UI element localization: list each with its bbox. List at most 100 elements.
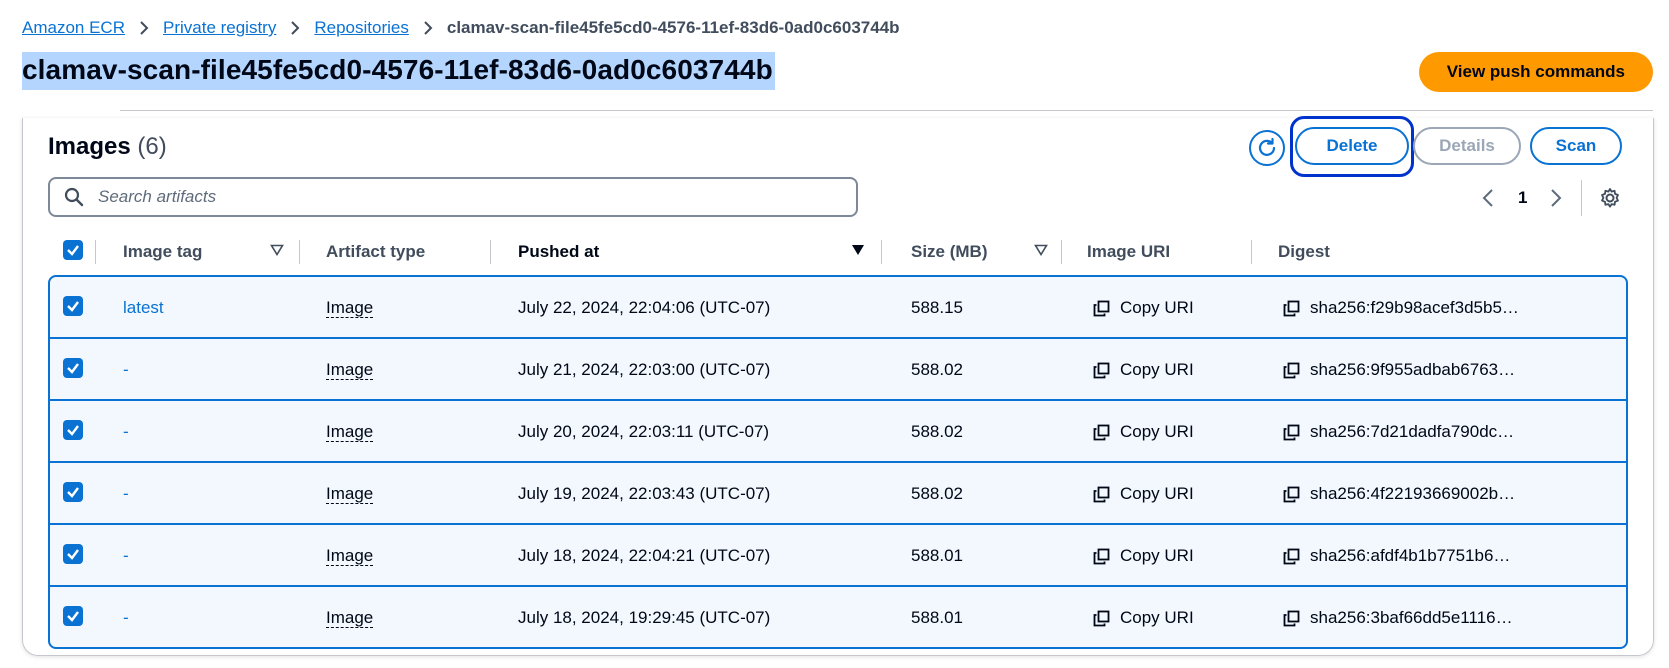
artifact-type[interactable]: Image <box>326 298 374 318</box>
details-button[interactable]: Details <box>1413 127 1521 165</box>
refresh-icon <box>1258 137 1276 156</box>
row-checkbox[interactable] <box>63 296 83 316</box>
sort-descending-icon[interactable] <box>851 244 865 256</box>
table-row[interactable]: - Image July 18, 2024, 19:29:45 (UTC-07)… <box>50 587 1626 647</box>
preferences-button[interactable] <box>1597 186 1623 210</box>
artifact-type[interactable]: Image <box>326 422 374 442</box>
image-tag-link[interactable]: - <box>123 608 129 628</box>
table-row[interactable]: - Image July 21, 2024, 22:03:00 (UTC-07)… <box>50 339 1626 401</box>
row-checkbox[interactable] <box>63 544 83 564</box>
column-divider <box>881 240 882 264</box>
breadcrumb-current: clamav-scan-file45fe5cd0-4576-11ef-83d6-… <box>446 18 900 37</box>
row-checkbox[interactable] <box>63 358 83 378</box>
breadcrumb-private-registry[interactable]: Private registry <box>163 18 276 38</box>
digest-value: sha256:3baf66dd5e1116… <box>1310 608 1513 627</box>
delete-button[interactable]: Delete <box>1295 127 1409 165</box>
pushed-at: July 19, 2024, 22:03:43 (UTC-07) <box>518 484 771 503</box>
column-header-artifact-type[interactable]: Artifact type <box>326 242 425 262</box>
chevron-right-icon <box>1551 189 1562 207</box>
image-size: 588.02 <box>911 360 963 379</box>
copy-uri-button[interactable]: Copy URI <box>1093 608 1194 628</box>
image-size: 588.02 <box>911 484 963 503</box>
digest-value: sha256:9f955adbab6763… <box>1310 360 1516 379</box>
image-size: 588.01 <box>911 608 963 627</box>
copy-uri-button[interactable]: Copy URI <box>1093 360 1194 380</box>
copy-digest-button[interactable]: sha256:f29b98acef3d5b5… <box>1283 298 1519 318</box>
table-row[interactable]: - Image July 19, 2024, 22:03:43 (UTC-07)… <box>50 463 1626 525</box>
copy-uri-label: Copy URI <box>1120 360 1194 379</box>
breadcrumb-amazon-ecr[interactable]: Amazon ECR <box>22 18 125 38</box>
scan-button[interactable]: Scan <box>1530 127 1622 165</box>
copy-digest-button[interactable]: sha256:4f22193669002b… <box>1283 484 1515 504</box>
chevron-right-icon <box>139 20 149 36</box>
column-header-size[interactable]: Size (MB) <box>911 242 988 262</box>
search-field[interactable] <box>48 177 858 217</box>
copy-uri-label: Copy URI <box>1120 298 1194 317</box>
images-heading: Images (6) <box>48 133 167 161</box>
digest-value: sha256:afdf4b1b7751b6… <box>1310 546 1511 565</box>
page-title: clamav-scan-file45fe5cd0-4576-11ef-83d6-… <box>22 52 775 90</box>
sort-triangle-icon[interactable] <box>1034 244 1048 256</box>
row-checkbox[interactable] <box>63 482 83 502</box>
table-row[interactable]: - Image July 20, 2024, 22:03:11 (UTC-07)… <box>50 401 1626 463</box>
column-header-image-uri: Image URI <box>1087 242 1171 261</box>
artifact-type[interactable]: Image <box>326 360 374 380</box>
column-header-pushed-at[interactable]: Pushed at <box>518 242 599 262</box>
previous-page-button[interactable] <box>1478 186 1498 210</box>
copy-digest-button[interactable]: sha256:afdf4b1b7751b6… <box>1283 546 1510 566</box>
table-row[interactable]: - Image July 18, 2024, 22:04:21 (UTC-07)… <box>50 525 1626 587</box>
image-tag-link[interactable]: - <box>123 484 129 504</box>
copy-icon <box>1283 486 1300 502</box>
image-tag-link[interactable]: - <box>123 546 129 566</box>
image-tag-link[interactable]: latest <box>123 298 164 318</box>
chevron-right-icon <box>290 20 300 36</box>
image-tag-link[interactable]: - <box>123 422 129 442</box>
page-number[interactable]: 1 <box>1518 188 1527 208</box>
check-icon <box>67 301 79 312</box>
copy-uri-label: Copy URI <box>1120 546 1194 565</box>
view-push-commands-button[interactable]: View push commands <box>1418 52 1653 92</box>
copy-icon <box>1283 548 1300 564</box>
pushed-at: July 18, 2024, 22:04:21 (UTC-07) <box>518 546 771 565</box>
column-divider <box>490 240 491 264</box>
row-checkbox[interactable] <box>63 606 83 626</box>
copy-icon <box>1283 362 1300 378</box>
images-count: (6) <box>137 133 167 160</box>
gear-icon <box>1601 188 1619 208</box>
check-icon <box>67 425 79 436</box>
copy-digest-button[interactable]: sha256:7d21dadfa790dc… <box>1283 422 1514 442</box>
check-icon <box>67 363 79 374</box>
artifact-type[interactable]: Image <box>326 546 374 566</box>
search-input[interactable] <box>96 186 800 208</box>
pushed-at: July 18, 2024, 19:29:45 (UTC-07) <box>518 608 771 627</box>
copy-uri-button[interactable]: Copy URI <box>1093 546 1194 566</box>
row-checkbox[interactable] <box>63 420 83 440</box>
copy-uri-button[interactable]: Copy URI <box>1093 298 1194 318</box>
breadcrumb-repositories[interactable]: Repositories <box>314 18 409 38</box>
image-size: 588.01 <box>911 546 963 565</box>
column-divider <box>1251 240 1252 264</box>
column-header-digest: Digest <box>1278 242 1330 261</box>
image-tag-link[interactable]: - <box>123 360 129 380</box>
next-page-button[interactable] <box>1546 186 1566 210</box>
copy-digest-button[interactable]: sha256:3baf66dd5e1116… <box>1283 608 1513 628</box>
copy-digest-button[interactable]: sha256:9f955adbab6763… <box>1283 360 1515 380</box>
copy-icon <box>1093 300 1110 316</box>
copy-icon <box>1093 548 1110 564</box>
artifact-type[interactable]: Image <box>326 484 374 504</box>
column-divider <box>95 240 96 264</box>
digest-value: sha256:4f22193669002b… <box>1310 484 1516 503</box>
table-row[interactable]: latest Image July 22, 2024, 22:04:06 (UT… <box>50 277 1626 339</box>
copy-icon <box>1093 362 1110 378</box>
copy-icon <box>1283 300 1300 316</box>
pushed-at: July 20, 2024, 22:03:11 (UTC-07) <box>518 422 770 441</box>
copy-icon <box>1283 610 1300 626</box>
select-all-checkbox[interactable] <box>63 240 83 260</box>
column-header-image-tag[interactable]: Image tag <box>123 242 202 262</box>
copy-uri-button[interactable]: Copy URI <box>1093 422 1194 442</box>
copy-uri-button[interactable]: Copy URI <box>1093 484 1194 504</box>
artifact-type[interactable]: Image <box>326 608 374 628</box>
refresh-button[interactable] <box>1249 130 1285 166</box>
sort-triangle-icon[interactable] <box>270 244 284 256</box>
pagination-divider <box>1581 180 1582 216</box>
